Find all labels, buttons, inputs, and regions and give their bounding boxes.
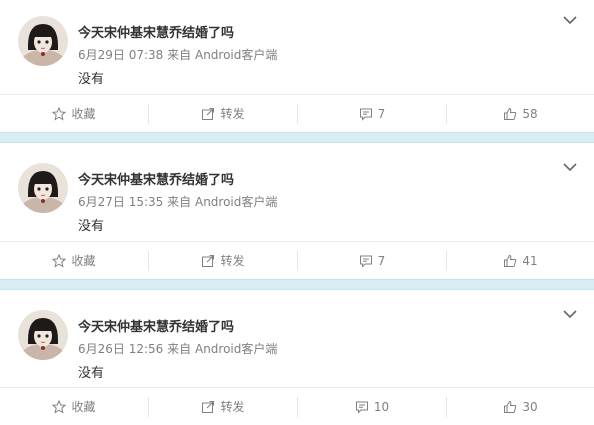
repost-button[interactable]: 转发 xyxy=(149,95,297,132)
thumbs-up-icon xyxy=(503,400,517,414)
repost-label: 转发 xyxy=(220,400,245,414)
post-card: 今天宋仲基宋慧乔结婚了吗 6月29日 07:38 来自 Android客户端 没… xyxy=(0,0,594,132)
star-icon xyxy=(52,399,67,414)
post-date[interactable]: 6月26日 12:56 xyxy=(78,342,163,356)
comment-icon xyxy=(359,107,373,121)
post-date[interactable]: 6月29日 07:38 xyxy=(78,48,163,62)
repost-label: 转发 xyxy=(220,254,245,268)
favorite-label: 收藏 xyxy=(71,254,96,268)
post-source[interactable]: Android客户端 xyxy=(195,342,277,356)
avatar[interactable] xyxy=(18,163,68,213)
favorite-button[interactable]: 收藏 xyxy=(0,388,148,425)
like-count: 58 xyxy=(522,106,538,121)
favorite-label: 收藏 xyxy=(71,400,96,414)
thumbs-up-icon xyxy=(503,254,517,268)
repost-button[interactable]: 转发 xyxy=(149,388,297,425)
post-card: 今天宋仲基宋慧乔结婚了吗 6月26日 12:56 来自 Android客户端 没… xyxy=(0,290,594,425)
comment-icon xyxy=(359,254,373,268)
post-actions: 收藏 转发 7 41 xyxy=(0,241,594,279)
favorite-label: 收藏 xyxy=(71,107,96,121)
avatar[interactable] xyxy=(18,16,68,66)
post-source[interactable]: Android客户端 xyxy=(195,48,277,62)
like-button[interactable]: 41 xyxy=(447,242,594,279)
post-meta: 6月26日 12:56 来自 Android客户端 xyxy=(78,340,277,357)
post-meta: 6月27日 15:35 来自 Android客户端 xyxy=(78,193,277,210)
comment-button[interactable]: 7 xyxy=(298,95,446,132)
repost-button[interactable]: 转发 xyxy=(149,242,297,279)
avatar[interactable] xyxy=(18,310,68,360)
post-source-prefix: 来自 xyxy=(167,342,192,356)
comment-count: 10 xyxy=(373,399,390,414)
post-meta: 6月29日 07:38 来自 Android客户端 xyxy=(78,46,277,63)
post-separator xyxy=(0,132,594,143)
post-source[interactable]: Android客户端 xyxy=(195,195,277,209)
chevron-down-icon[interactable] xyxy=(562,12,578,28)
post-separator xyxy=(0,279,594,290)
post-actions: 收藏 转发 10 30 xyxy=(0,387,594,425)
post-source-prefix: 来自 xyxy=(167,195,192,209)
post-date[interactable]: 6月27日 15:35 xyxy=(78,195,163,209)
repost-label: 转发 xyxy=(220,107,245,121)
post-username[interactable]: 今天宋仲基宋慧乔结婚了吗 xyxy=(78,22,234,41)
post-username[interactable]: 今天宋仲基宋慧乔结婚了吗 xyxy=(78,169,234,188)
comment-button[interactable]: 7 xyxy=(298,242,446,279)
comment-button[interactable]: 10 xyxy=(298,388,446,425)
chevron-down-icon[interactable] xyxy=(562,159,578,175)
like-count: 41 xyxy=(522,253,538,268)
share-icon xyxy=(201,107,215,121)
chevron-down-icon[interactable] xyxy=(562,306,578,322)
comment-count: 7 xyxy=(377,253,386,268)
star-icon xyxy=(52,106,67,121)
post-text: 没有 xyxy=(78,72,105,87)
post-source-prefix: 来自 xyxy=(167,48,192,62)
post-actions: 收藏 转发 7 58 xyxy=(0,94,594,132)
comment-icon xyxy=(355,400,369,414)
star-icon xyxy=(52,253,67,268)
share-icon xyxy=(201,400,215,414)
favorite-button[interactable]: 收藏 xyxy=(0,242,148,279)
thumbs-up-icon xyxy=(503,107,517,121)
like-count: 30 xyxy=(522,399,538,414)
post-text: 没有 xyxy=(78,366,105,381)
like-button[interactable]: 58 xyxy=(447,95,594,132)
post-text: 没有 xyxy=(78,219,105,234)
favorite-button[interactable]: 收藏 xyxy=(0,95,148,132)
comment-count: 7 xyxy=(377,106,386,121)
like-button[interactable]: 30 xyxy=(447,388,594,425)
post-username[interactable]: 今天宋仲基宋慧乔结婚了吗 xyxy=(78,316,234,335)
post-card: 今天宋仲基宋慧乔结婚了吗 6月27日 15:35 来自 Android客户端 没… xyxy=(0,143,594,279)
share-icon xyxy=(201,254,215,268)
